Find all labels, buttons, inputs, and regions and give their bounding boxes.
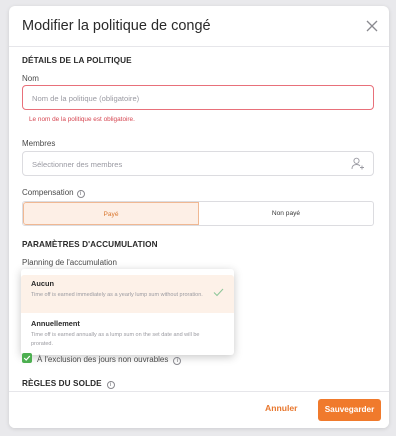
exclude-nonworking-checkbox[interactable]	[22, 353, 32, 363]
option-title: Annuellement	[31, 319, 80, 328]
policy-name-placeholder: Nom de la politique (obligatoire)	[32, 94, 140, 103]
compensation-option-unpaid[interactable]: Non payé	[199, 202, 373, 225]
save-button[interactable]: Sauvegarder	[318, 399, 381, 421]
check-icon	[213, 288, 224, 297]
balance-section-title: RÈGLES DU SOLDE i	[22, 379, 115, 389]
info-icon[interactable]: i	[76, 190, 85, 198]
close-icon[interactable]	[365, 19, 379, 33]
exclude-nonworking-label: À l'exclusion des jours non ouvrables i	[37, 355, 182, 365]
modal-header: Modifier la politique de congé	[9, 6, 389, 47]
exclude-nonworking-text: À l'exclusion des jours non ouvrables	[37, 355, 169, 364]
checkmark-icon	[23, 355, 31, 361]
members-placeholder: Sélectionner des membres	[32, 160, 123, 169]
balance-section-text: RÈGLES DU SOLDE	[22, 379, 102, 388]
accrual-option-aucun[interactable]: Aucun Time off is earned immediately as …	[21, 275, 234, 313]
compensation-toggle: Payé Non payé	[22, 201, 374, 226]
accrual-section-title: PARAMÈTRES D'ACCUMULATION	[22, 240, 158, 249]
members-select[interactable]: Sélectionner des membres	[22, 151, 374, 176]
option-description: Time off is earned annually as a lump su…	[31, 332, 200, 347]
accrual-schedule-dropdown: Aucun Time off is earned immediately as …	[21, 269, 234, 355]
add-member-icon	[351, 157, 364, 170]
accrual-option-annuellement[interactable]: Annuellement Time off is earned annually…	[21, 315, 234, 353]
policy-name-error: Le nom de la politique est obligatoire.	[29, 116, 135, 123]
policy-name-input[interactable]: Nom de la politique (obligatoire)	[22, 85, 374, 110]
option-title: Aucun	[31, 279, 54, 288]
info-icon[interactable]: i	[106, 381, 115, 389]
option-description: Time off is earned immediately as a year…	[31, 292, 203, 298]
modal-title: Modifier la politique de congé	[22, 18, 211, 34]
accrual-schedule-label: Planning de l'accumulation	[22, 258, 117, 267]
details-section-title: DÉTAILS DE LA POLITIQUE	[22, 56, 132, 65]
members-label: Membres	[22, 139, 56, 148]
info-icon[interactable]: i	[173, 357, 182, 365]
name-label: Nom	[22, 74, 39, 83]
cancel-button[interactable]: Annuler	[265, 403, 297, 413]
compensation-label-text: Compensation	[22, 188, 74, 197]
modal-footer: Annuler Sauvegarder	[9, 391, 389, 428]
compensation-label: Compensation i	[22, 188, 85, 198]
compensation-option-paid[interactable]: Payé	[23, 202, 199, 225]
edit-policy-modal: Modifier la politique de congé DÉTAILS D…	[9, 6, 389, 428]
